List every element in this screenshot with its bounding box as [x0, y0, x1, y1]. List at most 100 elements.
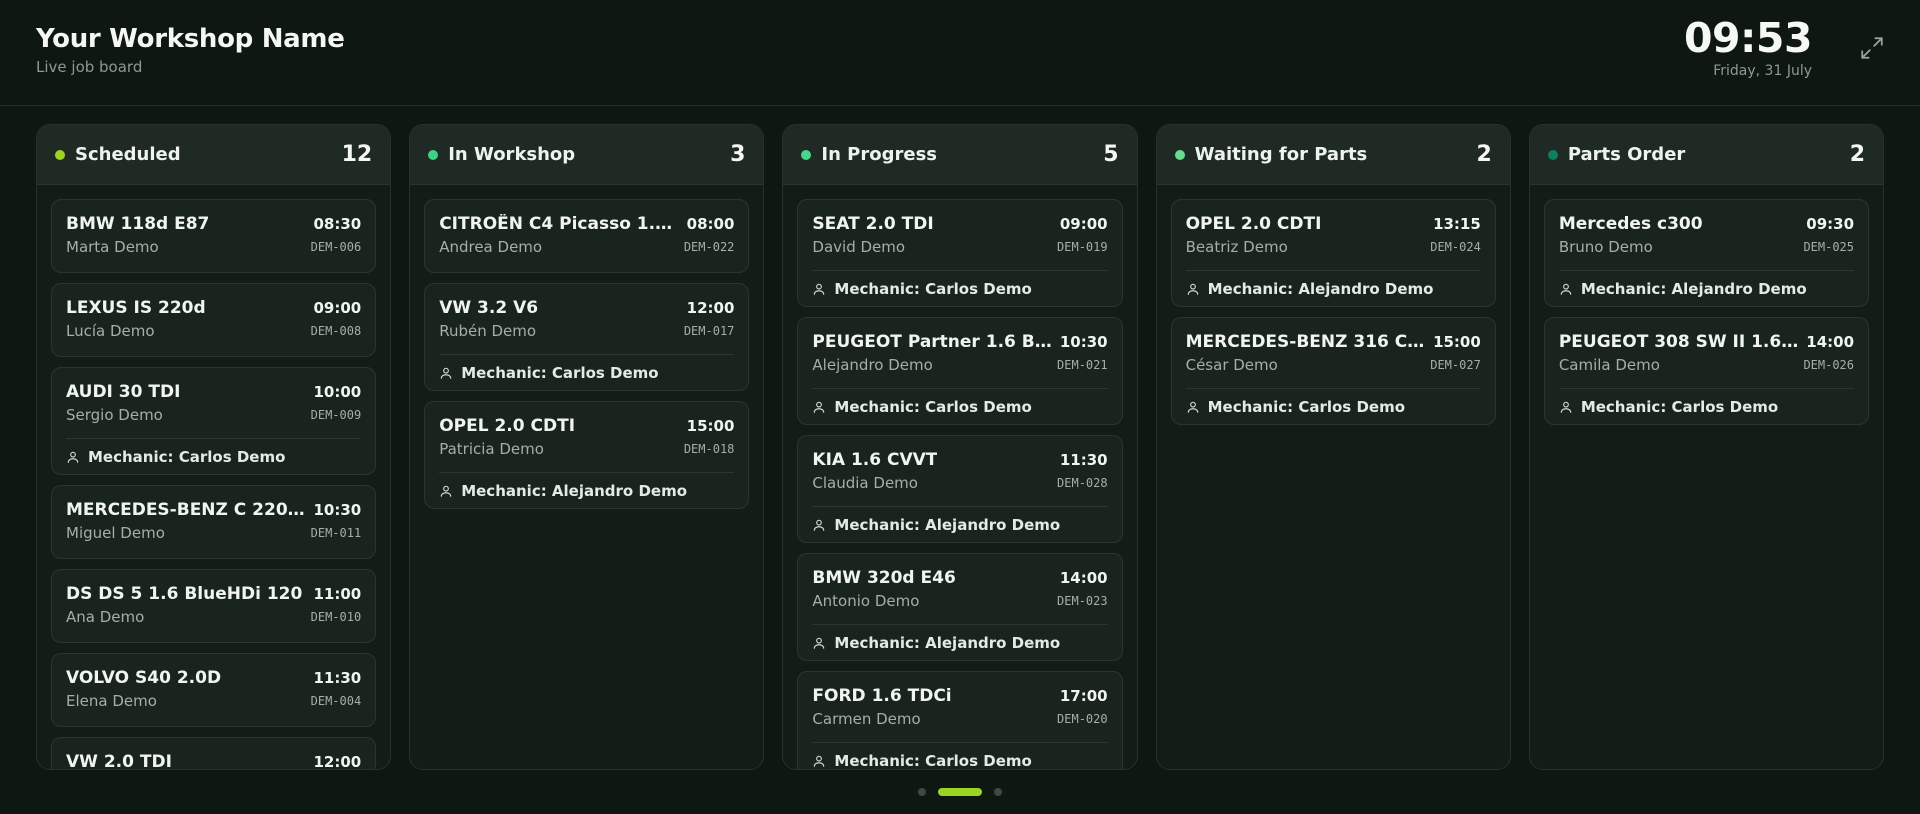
client-name: Marta Demo — [66, 238, 159, 256]
column-header: Parts Order 2 — [1529, 125, 1884, 185]
client-name: Elena Demo — [66, 692, 157, 710]
job-time: 11:30 — [1059, 451, 1108, 469]
column-count: 2 — [1849, 142, 1866, 167]
job-time: 14:00 — [1806, 333, 1855, 351]
mechanic-label: Mechanic: Carlos Demo — [88, 447, 286, 466]
current-date: Friday, 31 July — [1713, 63, 1812, 79]
job-card[interactable]: PEUGEOT 308 SW II 1.6 BlueHDi 14:00 Camila… — [1543, 317, 1870, 425]
vehicle-name: SEAT 2.0 TDI — [812, 214, 934, 234]
job-card[interactable]: KIA 1.6 CVVT 11:30 Claudia Demo DEM-028 Mech… — [797, 435, 1123, 543]
job-time: 13:15 — [1433, 215, 1481, 233]
mechanic-label: Mechanic: Carlos Demo — [1207, 397, 1406, 416]
job-card[interactable]: MERCEDES-BENZ 316 CDI Sprinter 15:00 César… — [1170, 317, 1496, 425]
job-code: DEM-017 — [683, 324, 735, 338]
job-card[interactable]: BMW 320d E46 14:00 Antonio Demo DEM-023 Mech… — [797, 553, 1123, 661]
vehicle-name: MERCEDES-BENZ 316 CDI Sprinter — [1185, 332, 1426, 352]
vehicle-name: Mercedes c300 — [1558, 214, 1703, 234]
user-icon — [812, 754, 826, 768]
job-card[interactable]: DS DS 5 1.6 BlueHDi 120 11:00 Ana Demo DEM-… — [51, 569, 377, 643]
job-code: DEM-026 — [1803, 358, 1855, 372]
column-body: CITROËN C4 Picasso 1.6 HDi 08:00 Andrea De… — [410, 185, 763, 769]
job-code: DEM-008 — [310, 324, 362, 338]
job-time: 10:30 — [1059, 333, 1108, 351]
job-card[interactable]: SEAT 2.0 TDI 09:00 David Demo DEM-019 Mechan… — [797, 199, 1123, 307]
client-name: Camila Demo — [1558, 356, 1660, 374]
client-name: Bruno Demo — [1558, 238, 1653, 256]
column-header: In Progress 5 — [783, 125, 1137, 185]
job-time: 09:00 — [1059, 215, 1108, 233]
job-card[interactable]: BMW 118d E87 08:30 Marta Demo DEM-006 — [51, 199, 377, 273]
user-icon — [1186, 282, 1200, 296]
job-code: DEM-022 — [683, 240, 735, 254]
job-time: 11:30 — [313, 669, 362, 687]
workshop-name: Your Workshop Name — [36, 24, 345, 54]
expand-icon — [1861, 37, 1883, 59]
page-dot-2[interactable] — [938, 788, 982, 796]
job-card[interactable]: OPEL 2.0 CDTI 13:15 Beatriz Demo DEM-024 Mec… — [1170, 199, 1496, 307]
status-dot — [801, 149, 812, 160]
job-card[interactable]: MERCEDES-BENZ C 220 CDI 10:30 Miguel Demo D… — [51, 485, 377, 559]
column-body: OPEL 2.0 CDTI 13:15 Beatriz Demo DEM-024 Mec… — [1157, 185, 1510, 769]
column-in-progress: In Progress 5 SEAT 2.0 TDI 09:00 David Demo D… — [782, 124, 1138, 770]
client-name: Rubén Demo — [439, 322, 537, 340]
job-code: DEM-028 — [1057, 476, 1108, 490]
mechanic-assignment: Mechanic: Carlos Demo — [66, 438, 362, 474]
job-code: DEM-009 — [310, 408, 362, 422]
status-dot — [1174, 149, 1185, 160]
page-dot-1[interactable] — [918, 788, 926, 796]
column-title: Scheduled — [75, 144, 181, 165]
job-card[interactable]: LEXUS IS 220d 09:00 Lucía Demo DEM-008 — [51, 283, 377, 357]
client-name: Antonio Demo — [812, 592, 920, 610]
job-card[interactable]: CITROËN C4 Picasso 1.6 HDi 08:00 Andrea De… — [424, 199, 750, 273]
client-name: Andrea Demo — [439, 238, 543, 256]
job-card[interactable]: VW 2.0 TDI 12:00 — [51, 737, 377, 769]
column-header: In Workshop 3 — [410, 125, 764, 185]
vehicle-name: KIA 1.6 CVVT — [812, 450, 938, 470]
job-card[interactable]: VOLVO S40 2.0D 11:30 Elena Demo DEM-004 — [51, 653, 377, 727]
fullscreen-button[interactable] — [1858, 34, 1886, 62]
vehicle-name: PEUGEOT Partner 1.6 BlueHDi — [812, 332, 1052, 352]
user-icon — [1559, 282, 1573, 296]
vehicle-name: MERCEDES-BENZ C 220 CDI — [66, 500, 306, 520]
column-count: 3 — [730, 142, 746, 167]
vehicle-name: BMW 320d E46 — [812, 568, 956, 588]
job-card[interactable]: PEUGEOT Partner 1.6 BlueHDi 10:30 Alejandr… — [797, 317, 1123, 425]
user-icon — [812, 518, 826, 532]
mechanic-label: Mechanic: Carlos Demo — [834, 279, 1032, 298]
job-card[interactable]: VW 3.2 V6 12:00 Rubén Demo DEM-017 Mechanic:… — [424, 283, 750, 391]
mechanic-assignment: Mechanic: Alejandro Demo — [1185, 270, 1481, 306]
job-card[interactable]: OPEL 2.0 CDTI 15:00 Patricia Demo DEM-018 Me… — [424, 401, 750, 509]
vehicle-name: OPEL 2.0 CDTI — [1185, 214, 1322, 234]
mechanic-assignment: Mechanic: Alejandro Demo — [812, 624, 1108, 660]
client-name: Beatriz Demo — [1185, 238, 1288, 256]
vehicle-name: VW 2.0 TDI — [66, 752, 172, 769]
column-title: In Workshop — [448, 144, 576, 165]
column-body: SEAT 2.0 TDI 09:00 David Demo DEM-019 Mechan… — [783, 185, 1136, 769]
job-code: DEM-006 — [310, 240, 362, 254]
client-name: Carmen Demo — [812, 710, 921, 728]
column-title: In Progress — [821, 144, 938, 165]
clock: 09:53 — [1683, 14, 1813, 62]
job-code: DEM-021 — [1057, 358, 1108, 372]
user-icon — [812, 400, 826, 414]
vehicle-name: BMW 118d E87 — [66, 214, 210, 234]
job-card[interactable]: Mercedes c300 09:30 Bruno Demo DEM-025 Mecha… — [1543, 199, 1870, 307]
page-dot-3[interactable] — [994, 788, 1002, 796]
client-name: Sergio Demo — [66, 406, 163, 424]
client-name: Alejandro Demo — [812, 356, 933, 374]
user-icon — [66, 450, 80, 464]
job-card[interactable]: FORD 1.6 TDCi 17:00 Carmen Demo DEM-020 Mech… — [797, 671, 1123, 769]
vehicle-name: DS DS 5 1.6 BlueHDi 120 — [66, 584, 303, 604]
job-time: 10:30 — [313, 501, 362, 519]
job-code: DEM-025 — [1803, 240, 1855, 254]
job-card[interactable]: AUDI 30 TDI 10:00 Sergio Demo DEM-009 Mechan… — [51, 367, 377, 475]
mechanic-label: Mechanic: Carlos Demo — [834, 397, 1032, 416]
column-waiting-for-parts: Waiting for Parts 2 OPEL 2.0 CDTI 13:15 Beat… — [1155, 124, 1511, 770]
vehicle-name: LEXUS IS 220d — [66, 298, 206, 318]
job-time: 14:00 — [1059, 569, 1108, 587]
mechanic-assignment: Mechanic: Carlos Demo — [812, 742, 1108, 769]
vehicle-name: VOLVO S40 2.0D — [66, 668, 222, 688]
vehicle-name: PEUGEOT 308 SW II 1.6 BlueHDi — [1558, 332, 1798, 352]
vehicle-name: OPEL 2.0 CDTI — [439, 416, 576, 436]
client-name: Miguel Demo — [66, 524, 165, 542]
